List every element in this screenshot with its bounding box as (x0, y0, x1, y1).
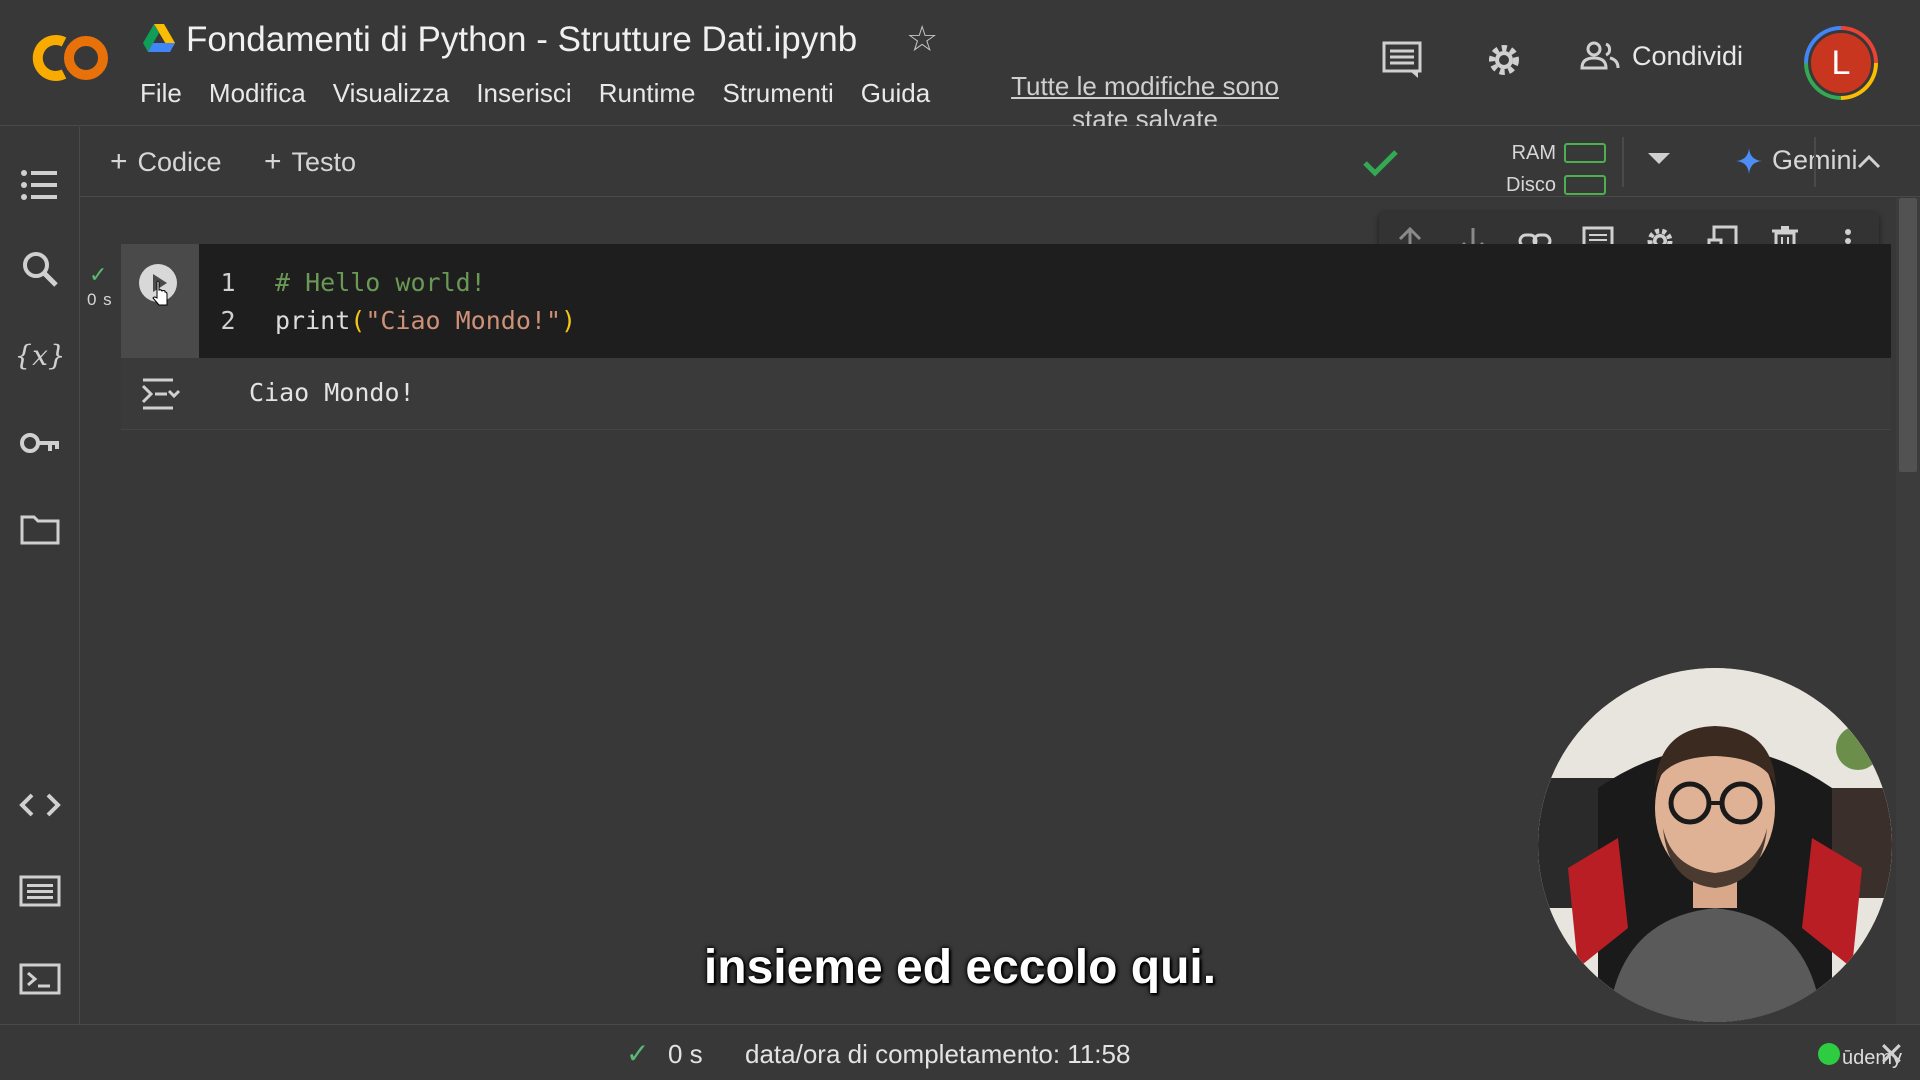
add-code-button[interactable]: + Codice (110, 145, 222, 179)
key-icon[interactable] (18, 421, 62, 465)
code-paren-close: ) (561, 306, 577, 335)
avatar-initial: L (1808, 30, 1874, 96)
plus-icon: + (264, 145, 282, 178)
divider (1814, 137, 1816, 187)
code-cell[interactable]: 1 # Hello world! 2 print("Ciao Mondo!") (121, 244, 1891, 358)
run-gutter (121, 244, 199, 358)
command-palette-icon[interactable] (18, 869, 62, 913)
cell-output: Ciao Mondo! (121, 358, 1891, 430)
resources-indicator[interactable]: RAM Disco (1506, 137, 1607, 201)
ram-label: RAM (1511, 141, 1557, 164)
avatar[interactable]: L (1804, 26, 1878, 100)
disk-label: Disco (1506, 173, 1557, 196)
divider (1622, 137, 1624, 187)
output-actions-icon[interactable] (139, 374, 181, 414)
variables-icon[interactable]: {x} (18, 333, 62, 377)
folder-icon[interactable] (18, 507, 62, 551)
add-text-label: Testo (291, 146, 357, 177)
chevron-down-icon[interactable] (1648, 153, 1670, 164)
close-icon[interactable]: ✕ (1878, 1035, 1905, 1073)
menu-strumenti[interactable]: Strumenti (723, 78, 834, 109)
code-function: print (275, 306, 351, 335)
exec-check-icon: ✓ (89, 262, 108, 287)
exec-time: 0 s (87, 290, 113, 309)
connected-check-icon (1363, 150, 1398, 177)
menu-runtime[interactable]: Runtime (599, 78, 696, 109)
status-completion[interactable]: data/ora di completamento: 11:58 (745, 1039, 1130, 1070)
code-line: 1 # Hello world! (201, 264, 576, 302)
drive-icon (143, 24, 175, 52)
plus-icon: + (110, 145, 128, 178)
add-code-label: Codice (137, 146, 222, 177)
scrollbar[interactable] (1896, 198, 1920, 1024)
search-icon[interactable] (18, 247, 62, 291)
code-line: 2 print("Ciao Mondo!") (201, 302, 576, 340)
colab-logo[interactable] (24, 30, 114, 86)
menu-guida[interactable]: Guida (861, 78, 930, 109)
menu-file[interactable]: File (140, 78, 182, 109)
code-comment: # Hello world! (275, 268, 486, 297)
sparkle-icon (1736, 147, 1762, 174)
video-subtitle: insieme ed eccolo qui. (703, 941, 1217, 994)
gemini-button[interactable]: Gemini (1736, 145, 1858, 176)
gear-icon[interactable] (1482, 38, 1526, 82)
share-label: Condividi (1632, 40, 1744, 71)
output-text: Ciao Mondo! (249, 378, 415, 407)
mouse-cursor-icon (152, 280, 168, 306)
menu-modifica[interactable]: Modifica (209, 78, 306, 109)
code-snippets-icon[interactable] (18, 783, 62, 827)
ram-bar (1564, 143, 1607, 163)
line-number: 1 (220, 268, 236, 297)
menu-inserisci[interactable]: Inserisci (476, 78, 571, 109)
left-rail: {x} (0, 127, 80, 1025)
scroll-thumb[interactable] (1899, 198, 1917, 472)
header: Fondamenti di Python - Strutture Dati.ip… (0, 0, 1920, 126)
code-editor[interactable]: 1 # Hello world! 2 print("Ciao Mondo!") (201, 264, 576, 340)
table-of-contents-icon[interactable] (18, 163, 62, 207)
notebook-toolbar: + Codice + Testo RAM Disco Gemini (80, 127, 1920, 197)
saved-status-link[interactable]: Tutte le modifiche sono state salvate (1000, 70, 1290, 126)
share-button[interactable]: Condividi (1580, 40, 1743, 72)
status-check-icon: ✓ (626, 1038, 650, 1069)
add-text-button[interactable]: + Testo (264, 145, 356, 179)
menubar: File Modifica Visualizza Inserisci Runti… (140, 78, 957, 109)
star-icon[interactable]: ☆ (906, 18, 938, 60)
chevron-up-icon[interactable] (1856, 149, 1882, 175)
status-bar: ✓ 0 s data/ora di completamento: 11:58 ū… (0, 1024, 1920, 1080)
notebook-title[interactable]: Fondamenti di Python - Strutture Dati.ip… (186, 20, 857, 60)
status-dot (1818, 1043, 1840, 1065)
disk-bar (1564, 175, 1607, 195)
menu-visualizza[interactable]: Visualizza (333, 78, 450, 109)
svg-text:{x}: {x} (18, 339, 62, 372)
status-exec-time: 0 s (668, 1039, 703, 1069)
code-string: "Ciao Mondo!" (365, 306, 561, 335)
people-icon (1580, 41, 1620, 70)
line-number: 2 (220, 306, 236, 335)
code-paren-open: ( (350, 306, 366, 335)
comment-icon[interactable] (1380, 38, 1424, 82)
